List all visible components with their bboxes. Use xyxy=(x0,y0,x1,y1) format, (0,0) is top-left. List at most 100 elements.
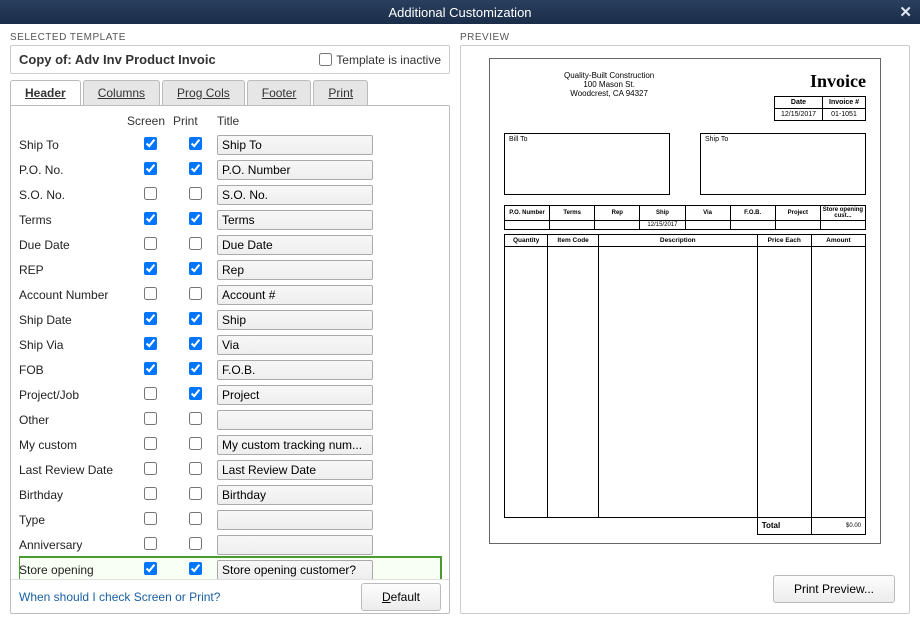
print-checkbox[interactable] xyxy=(189,562,202,575)
tab-print[interactable]: Print xyxy=(313,80,368,105)
title-bar: Additional Customization ✕ xyxy=(0,0,920,24)
title-input[interactable] xyxy=(217,360,373,380)
screen-checkbox[interactable] xyxy=(144,162,157,175)
screen-checkbox[interactable] xyxy=(144,187,157,200)
title-input[interactable] xyxy=(217,560,373,580)
screen-checkbox[interactable] xyxy=(144,337,157,350)
field-row-project-job: Project/Job xyxy=(19,382,441,407)
print-checkbox[interactable] xyxy=(189,362,202,375)
screen-checkbox[interactable] xyxy=(144,262,157,275)
title-input[interactable] xyxy=(217,135,373,155)
tab-bar: HeaderColumnsProg ColsFooterPrint xyxy=(10,80,450,105)
field-row-anniversary: Anniversary xyxy=(19,532,441,557)
field-row-due-date: Due Date xyxy=(19,232,441,257)
screen-checkbox[interactable] xyxy=(144,562,157,575)
title-input[interactable] xyxy=(217,485,373,505)
field-row-fob: FOB xyxy=(19,357,441,382)
field-label: Terms xyxy=(19,213,127,227)
screen-checkbox[interactable] xyxy=(144,537,157,550)
field-label: Ship Date xyxy=(19,313,127,327)
screen-checkbox[interactable] xyxy=(144,487,157,500)
title-input[interactable] xyxy=(217,160,373,180)
tab-columns[interactable]: Columns xyxy=(83,80,160,105)
title-input[interactable] xyxy=(217,410,373,430)
screen-checkbox[interactable] xyxy=(144,387,157,400)
print-checkbox[interactable] xyxy=(189,462,202,475)
title-input[interactable] xyxy=(217,285,373,305)
template-inactive-input[interactable] xyxy=(319,53,332,66)
print-checkbox[interactable] xyxy=(189,537,202,550)
print-checkbox[interactable] xyxy=(189,387,202,400)
screen-checkbox[interactable] xyxy=(144,412,157,425)
field-row-ship-via: Ship Via xyxy=(19,332,441,357)
field-label: Other xyxy=(19,413,127,427)
print-checkbox[interactable] xyxy=(189,137,202,150)
total-label: Total xyxy=(757,517,811,534)
field-label: Account Number xyxy=(19,288,127,302)
tab-prog-cols[interactable]: Prog Cols xyxy=(162,80,245,105)
field-row-ship-to: Ship To xyxy=(19,132,441,157)
print-checkbox[interactable] xyxy=(189,412,202,425)
title-input[interactable] xyxy=(217,385,373,405)
window-title: Additional Customization xyxy=(388,5,531,20)
tab-footer[interactable]: Footer xyxy=(247,80,312,105)
screen-checkbox[interactable] xyxy=(144,312,157,325)
title-input[interactable] xyxy=(217,260,373,280)
default-button[interactable]: Default xyxy=(361,583,441,611)
field-label: FOB xyxy=(19,363,127,377)
print-preview-button[interactable]: Print Preview... xyxy=(773,575,895,603)
print-checkbox[interactable] xyxy=(189,287,202,300)
field-row-type: Type xyxy=(19,507,441,532)
title-input[interactable] xyxy=(217,310,373,330)
print-checkbox[interactable] xyxy=(189,212,202,225)
title-input[interactable] xyxy=(217,185,373,205)
total-value: $0.00 xyxy=(811,517,865,534)
print-checkbox[interactable] xyxy=(189,487,202,500)
screen-checkbox[interactable] xyxy=(144,437,157,450)
tab-header[interactable]: Header xyxy=(10,80,81,105)
company-addr2: Woodcrest, CA 94327 xyxy=(564,89,654,98)
title-input[interactable] xyxy=(217,335,373,355)
close-icon[interactable]: ✕ xyxy=(899,3,912,21)
field-row-my-custom: My custom xyxy=(19,432,441,457)
fields-scroll[interactable]: Screen Print Title Ship To P.O. No.S.O. N… xyxy=(19,112,445,582)
preview-label: PREVIEW xyxy=(460,32,910,43)
screen-checkbox[interactable] xyxy=(144,212,157,225)
print-checkbox[interactable] xyxy=(189,337,202,350)
field-row-s-o-no-: S.O. No. xyxy=(19,182,441,207)
template-inactive-checkbox[interactable]: Template is inactive xyxy=(319,53,441,67)
field-label: Anniversary xyxy=(19,538,127,552)
screen-checkbox[interactable] xyxy=(144,462,157,475)
screen-checkbox[interactable] xyxy=(144,362,157,375)
print-checkbox[interactable] xyxy=(189,237,202,250)
field-label: REP xyxy=(19,263,127,277)
print-checkbox[interactable] xyxy=(189,437,202,450)
preview-box: Quality-Built Construction 100 Mason St.… xyxy=(460,45,910,614)
screen-checkbox[interactable] xyxy=(144,137,157,150)
help-link[interactable]: When should I check Screen or Print? xyxy=(19,590,220,604)
title-input[interactable] xyxy=(217,235,373,255)
field-row-p-o-no-: P.O. No. xyxy=(19,157,441,182)
print-checkbox[interactable] xyxy=(189,262,202,275)
screen-checkbox[interactable] xyxy=(144,287,157,300)
field-label: Ship To xyxy=(19,138,127,152)
shipto-box: Ship To xyxy=(700,133,866,195)
print-checkbox[interactable] xyxy=(189,162,202,175)
print-checkbox[interactable] xyxy=(189,312,202,325)
billto-box: Bill To xyxy=(504,133,670,195)
template-name: Copy of: Adv Inv Product Invoic xyxy=(19,52,216,67)
field-row-other: Other xyxy=(19,407,441,432)
title-input[interactable] xyxy=(217,210,373,230)
screen-checkbox[interactable] xyxy=(144,237,157,250)
title-input[interactable] xyxy=(217,435,373,455)
title-input[interactable] xyxy=(217,510,373,530)
field-label: Project/Job xyxy=(19,388,127,402)
screen-checkbox[interactable] xyxy=(144,512,157,525)
column-headers: Screen Print Title xyxy=(19,112,441,132)
invoice-preview: Quality-Built Construction 100 Mason St.… xyxy=(489,58,881,544)
title-input[interactable] xyxy=(217,535,373,555)
print-checkbox[interactable] xyxy=(189,187,202,200)
field-row-account-number: Account Number xyxy=(19,282,441,307)
title-input[interactable] xyxy=(217,460,373,480)
print-checkbox[interactable] xyxy=(189,512,202,525)
